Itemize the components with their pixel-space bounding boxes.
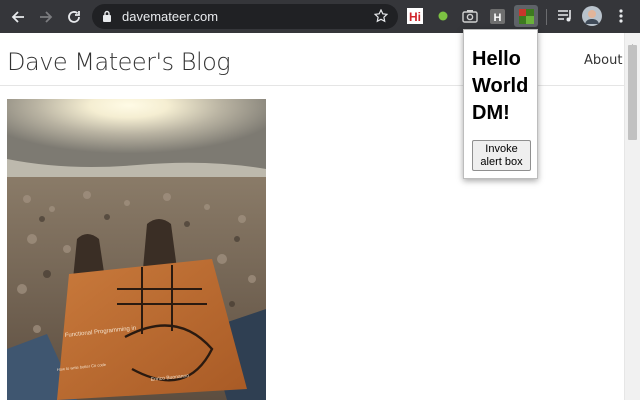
site-title[interactable]: Dave Mateer's Blog xyxy=(7,48,231,76)
scroll-thumb[interactable] xyxy=(628,45,637,140)
popup-heading-line: Hello xyxy=(472,48,521,70)
invoke-alert-button-line: Invoke xyxy=(485,143,518,155)
invoke-alert-button[interactable]: Invoke alert box xyxy=(472,140,531,171)
hi-extension-icon[interactable]: Hi xyxy=(406,7,424,25)
browser-toolbar: davemateer.com Hi H xyxy=(0,0,640,33)
beach-photo: Functional Programming in How to write b… xyxy=(7,99,266,400)
lock-icon[interactable] xyxy=(102,10,112,28)
nav-about-link[interactable]: About xyxy=(584,53,622,68)
svg-text:Hi: Hi xyxy=(409,10,421,24)
green-dot-extension-icon[interactable] xyxy=(434,7,452,25)
bookmark-star-icon[interactable] xyxy=(373,8,389,28)
h-extension-icon[interactable]: H xyxy=(488,7,506,25)
media-queue-icon[interactable] xyxy=(556,7,574,25)
toolbar-divider xyxy=(546,9,547,25)
popup-heading: Hello World DM! xyxy=(472,46,528,127)
popup-heading-line: World xyxy=(472,75,529,97)
svg-text:H: H xyxy=(493,12,501,24)
forward-icon[interactable] xyxy=(36,7,56,27)
cube-extension-icon[interactable] xyxy=(514,5,538,27)
reload-icon[interactable] xyxy=(64,7,84,27)
address-bar[interactable]: davemateer.com xyxy=(92,4,398,29)
menu-kebab-icon[interactable] xyxy=(612,7,630,25)
page-scrollbar[interactable] xyxy=(624,33,640,400)
camera-extension-icon[interactable] xyxy=(461,7,479,25)
invoke-alert-button-line: alert box xyxy=(480,156,523,168)
popup-heading-line: DM! xyxy=(472,102,510,124)
url-text[interactable]: davemateer.com xyxy=(122,9,218,24)
back-icon[interactable] xyxy=(8,7,28,27)
profile-avatar[interactable] xyxy=(582,6,602,26)
extension-popup: Hello World DM! Invoke alert box xyxy=(463,29,538,179)
